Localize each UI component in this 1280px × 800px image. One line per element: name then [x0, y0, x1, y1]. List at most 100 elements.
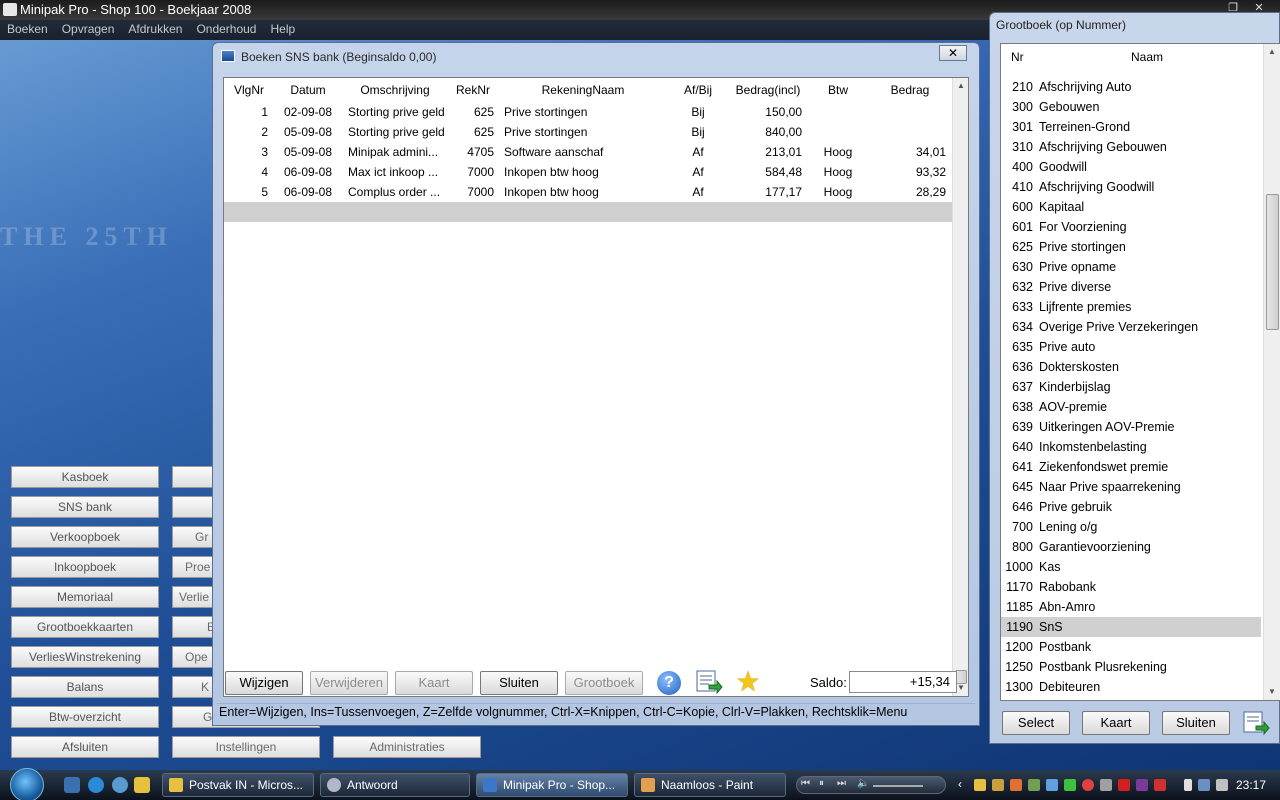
table-row[interactable]: 4 06-09-08 Max ict inkoop ... 7000 Inkopen b… [224, 162, 952, 182]
col-datum[interactable]: Datum [274, 78, 342, 102]
list-item[interactable]: 1190 SnS [1001, 617, 1261, 637]
list-item[interactable]: 641 Ziekenfondswet premie [1001, 457, 1261, 477]
kasboek-button[interactable]: Kasboek [11, 466, 159, 488]
list-item[interactable]: 1000 Kas [1001, 557, 1261, 577]
help-icon[interactable]: ? [657, 671, 681, 695]
list-item[interactable]: 640 Inkomstenbelasting [1001, 437, 1261, 457]
tray-icon-stop[interactable] [1082, 779, 1094, 791]
tray-icon-misc[interactable] [1100, 779, 1112, 791]
list-item[interactable]: 700 Lening o/g [1001, 517, 1261, 537]
taskbar-item-paint[interactable]: Naamloos - Paint [634, 773, 786, 797]
inkoopboek-button[interactable]: Inkoopboek [11, 556, 159, 578]
instellingen-button[interactable]: Instellingen [172, 736, 320, 758]
previous-icon[interactable]: ⏮ [801, 778, 810, 789]
memoriaal-button[interactable]: Memoriaal [11, 586, 159, 608]
grid-scrollbar[interactable]: ▲ ▼ [952, 78, 968, 696]
grootboek-scrollbar[interactable]: ▲ ▼ [1263, 44, 1280, 700]
tray-expand-icon[interactable]: ‹ [958, 777, 962, 791]
list-item[interactable]: 301 Terreinen-Grond [1001, 117, 1261, 137]
list-item[interactable]: 310 Afschrijving Gebouwen [1001, 137, 1261, 157]
col-omschrijving[interactable]: Omschrijving [342, 78, 448, 102]
verlieswinstrekening-button[interactable]: VerliesWinstrekening [11, 646, 159, 668]
tray-icon-folder[interactable] [992, 779, 1004, 791]
media-player-toolbar[interactable]: ⏮ ⏸ ⏭ 🔈 [796, 776, 946, 794]
kaart-button[interactable]: Kaart [395, 671, 473, 695]
taskbar-item-antwoord[interactable]: Antwoord [320, 773, 470, 797]
volume-slider[interactable] [873, 785, 923, 787]
scroll-thumb[interactable] [1266, 194, 1279, 330]
list-item[interactable]: 1170 Rabobank [1001, 577, 1261, 597]
col-vlgnr[interactable]: VlgNr [224, 78, 274, 102]
list-item[interactable]: 625 Prive stortingen [1001, 237, 1261, 257]
list-item[interactable]: 630 Prive opname [1001, 257, 1261, 277]
new-entry-row[interactable] [224, 202, 952, 222]
btw-overzicht-button[interactable]: Btw-overzicht [11, 706, 159, 728]
list-item[interactable]: 645 Naar Prive spaarrekening [1001, 477, 1261, 497]
start-button[interactable] [10, 768, 44, 800]
list-item[interactable]: 632 Prive diverse [1001, 277, 1261, 297]
taskbar-item-minipak[interactable]: Minipak Pro - Shop... [476, 773, 628, 797]
tray-icon-app[interactable] [1010, 779, 1022, 791]
list-item[interactable]: 1200 Postbank [1001, 637, 1261, 657]
list-item[interactable]: 1300 Debiteuren [1001, 677, 1261, 697]
list-item[interactable]: 400 Goodwill [1001, 157, 1261, 177]
tray-icon-security[interactable] [1064, 779, 1076, 791]
dialog-close-button[interactable]: ✕ [939, 45, 967, 61]
list-item[interactable]: 410 Afschrijving Goodwill [1001, 177, 1261, 197]
export-icon[interactable] [1242, 710, 1270, 736]
table-row[interactable]: 3 05-09-08 Minipak admini... 4705 Software a… [224, 142, 952, 162]
list-item[interactable]: 800 Garantievoorziening [1001, 537, 1261, 557]
verwijderen-button[interactable]: Verwijderen [310, 671, 388, 695]
menu-afdrukken[interactable]: Afdrukken [128, 22, 182, 40]
grootboek-list[interactable]: Nr Naam 210 Afschrijving Auto 300 Gebouwen 3… [1000, 43, 1280, 701]
tray-icon-mail[interactable] [974, 779, 986, 791]
tray-icon-pdf[interactable] [1118, 779, 1130, 791]
balans-button[interactable]: Balans [11, 676, 159, 698]
next-icon[interactable]: ⏭ [837, 778, 846, 789]
col-nr[interactable]: Nr [1011, 50, 1024, 64]
pause-icon[interactable]: ⏸ [819, 778, 824, 789]
list-item[interactable]: 646 Prive gebruik [1001, 497, 1261, 517]
menu-help[interactable]: Help [270, 22, 295, 40]
administraties-button[interactable]: Administraties [333, 736, 481, 758]
volume-tray-icon[interactable] [1216, 779, 1228, 791]
menu-boeken[interactable]: Boeken [7, 22, 48, 40]
tray-icon-drop[interactable] [1046, 779, 1058, 791]
afsluiten-button[interactable]: Afsluiten [11, 736, 159, 758]
booking-grid[interactable]: VlgNr Datum Omschrijving RekNr RekeningN… [223, 77, 969, 697]
tray-icon-media[interactable] [1136, 779, 1148, 791]
list-item[interactable]: 600 Kapitaal [1001, 197, 1261, 217]
clock[interactable]: 23:17 [1236, 778, 1266, 792]
scroll-up-icon[interactable]: ▲ [953, 78, 969, 94]
list-item[interactable]: 636 Dokterskosten [1001, 357, 1261, 377]
list-item[interactable]: 633 Lijfrente premies [1001, 297, 1261, 317]
list-item[interactable]: 1250 Postbank Plusrekening [1001, 657, 1261, 677]
favorite-star-icon[interactable]: ★ [733, 667, 763, 697]
col-bedrag-incl[interactable]: Bedrag(incl) [728, 78, 808, 102]
select-button[interactable]: Select [1002, 711, 1070, 735]
sns-bank-button[interactable]: SNS bank [11, 496, 159, 518]
verkoopboek-button[interactable]: Verkoopboek [11, 526, 159, 548]
list-item[interactable]: 1185 Abn-Amro [1001, 597, 1261, 617]
menu-onderhoud[interactable]: Onderhoud [196, 22, 256, 40]
table-row[interactable]: 1 02-09-08 Storting prive geld 625 Prive sto… [224, 102, 952, 122]
list-item[interactable]: 639 Uitkeringen AOV-Premie [1001, 417, 1261, 437]
menu-opvragen[interactable]: Opvragen [62, 22, 115, 40]
taskbar-item-postvak[interactable]: Postvak IN - Micros... [162, 773, 314, 797]
battery-icon[interactable] [1184, 779, 1192, 791]
list-item[interactable]: 638 AOV-premie [1001, 397, 1261, 417]
col-reknr[interactable]: RekNr [448, 78, 498, 102]
tray-icon-gmail[interactable] [1154, 779, 1166, 791]
list-item[interactable]: 637 Kinderbijslag [1001, 377, 1261, 397]
list-item[interactable]: 1301 Dubieuze Debiteuren [1001, 697, 1261, 700]
table-row[interactable]: 5 06-09-08 Complus order ... 7000 Inkopen bt… [224, 182, 952, 202]
export-icon[interactable] [695, 669, 723, 695]
col-afbij[interactable]: Af/Bij [668, 78, 728, 102]
col-bedrag[interactable]: Bedrag [868, 78, 952, 102]
list-item[interactable]: 635 Prive auto [1001, 337, 1261, 357]
scroll-down-icon[interactable]: ▼ [1264, 684, 1280, 700]
volume-icon[interactable]: 🔈 [857, 778, 869, 789]
scroll-up-icon[interactable]: ▲ [1264, 44, 1280, 60]
col-btw[interactable]: Btw [808, 78, 868, 102]
table-row[interactable]: 2 05-09-08 Storting prive geld 625 Prive sto… [224, 122, 952, 142]
